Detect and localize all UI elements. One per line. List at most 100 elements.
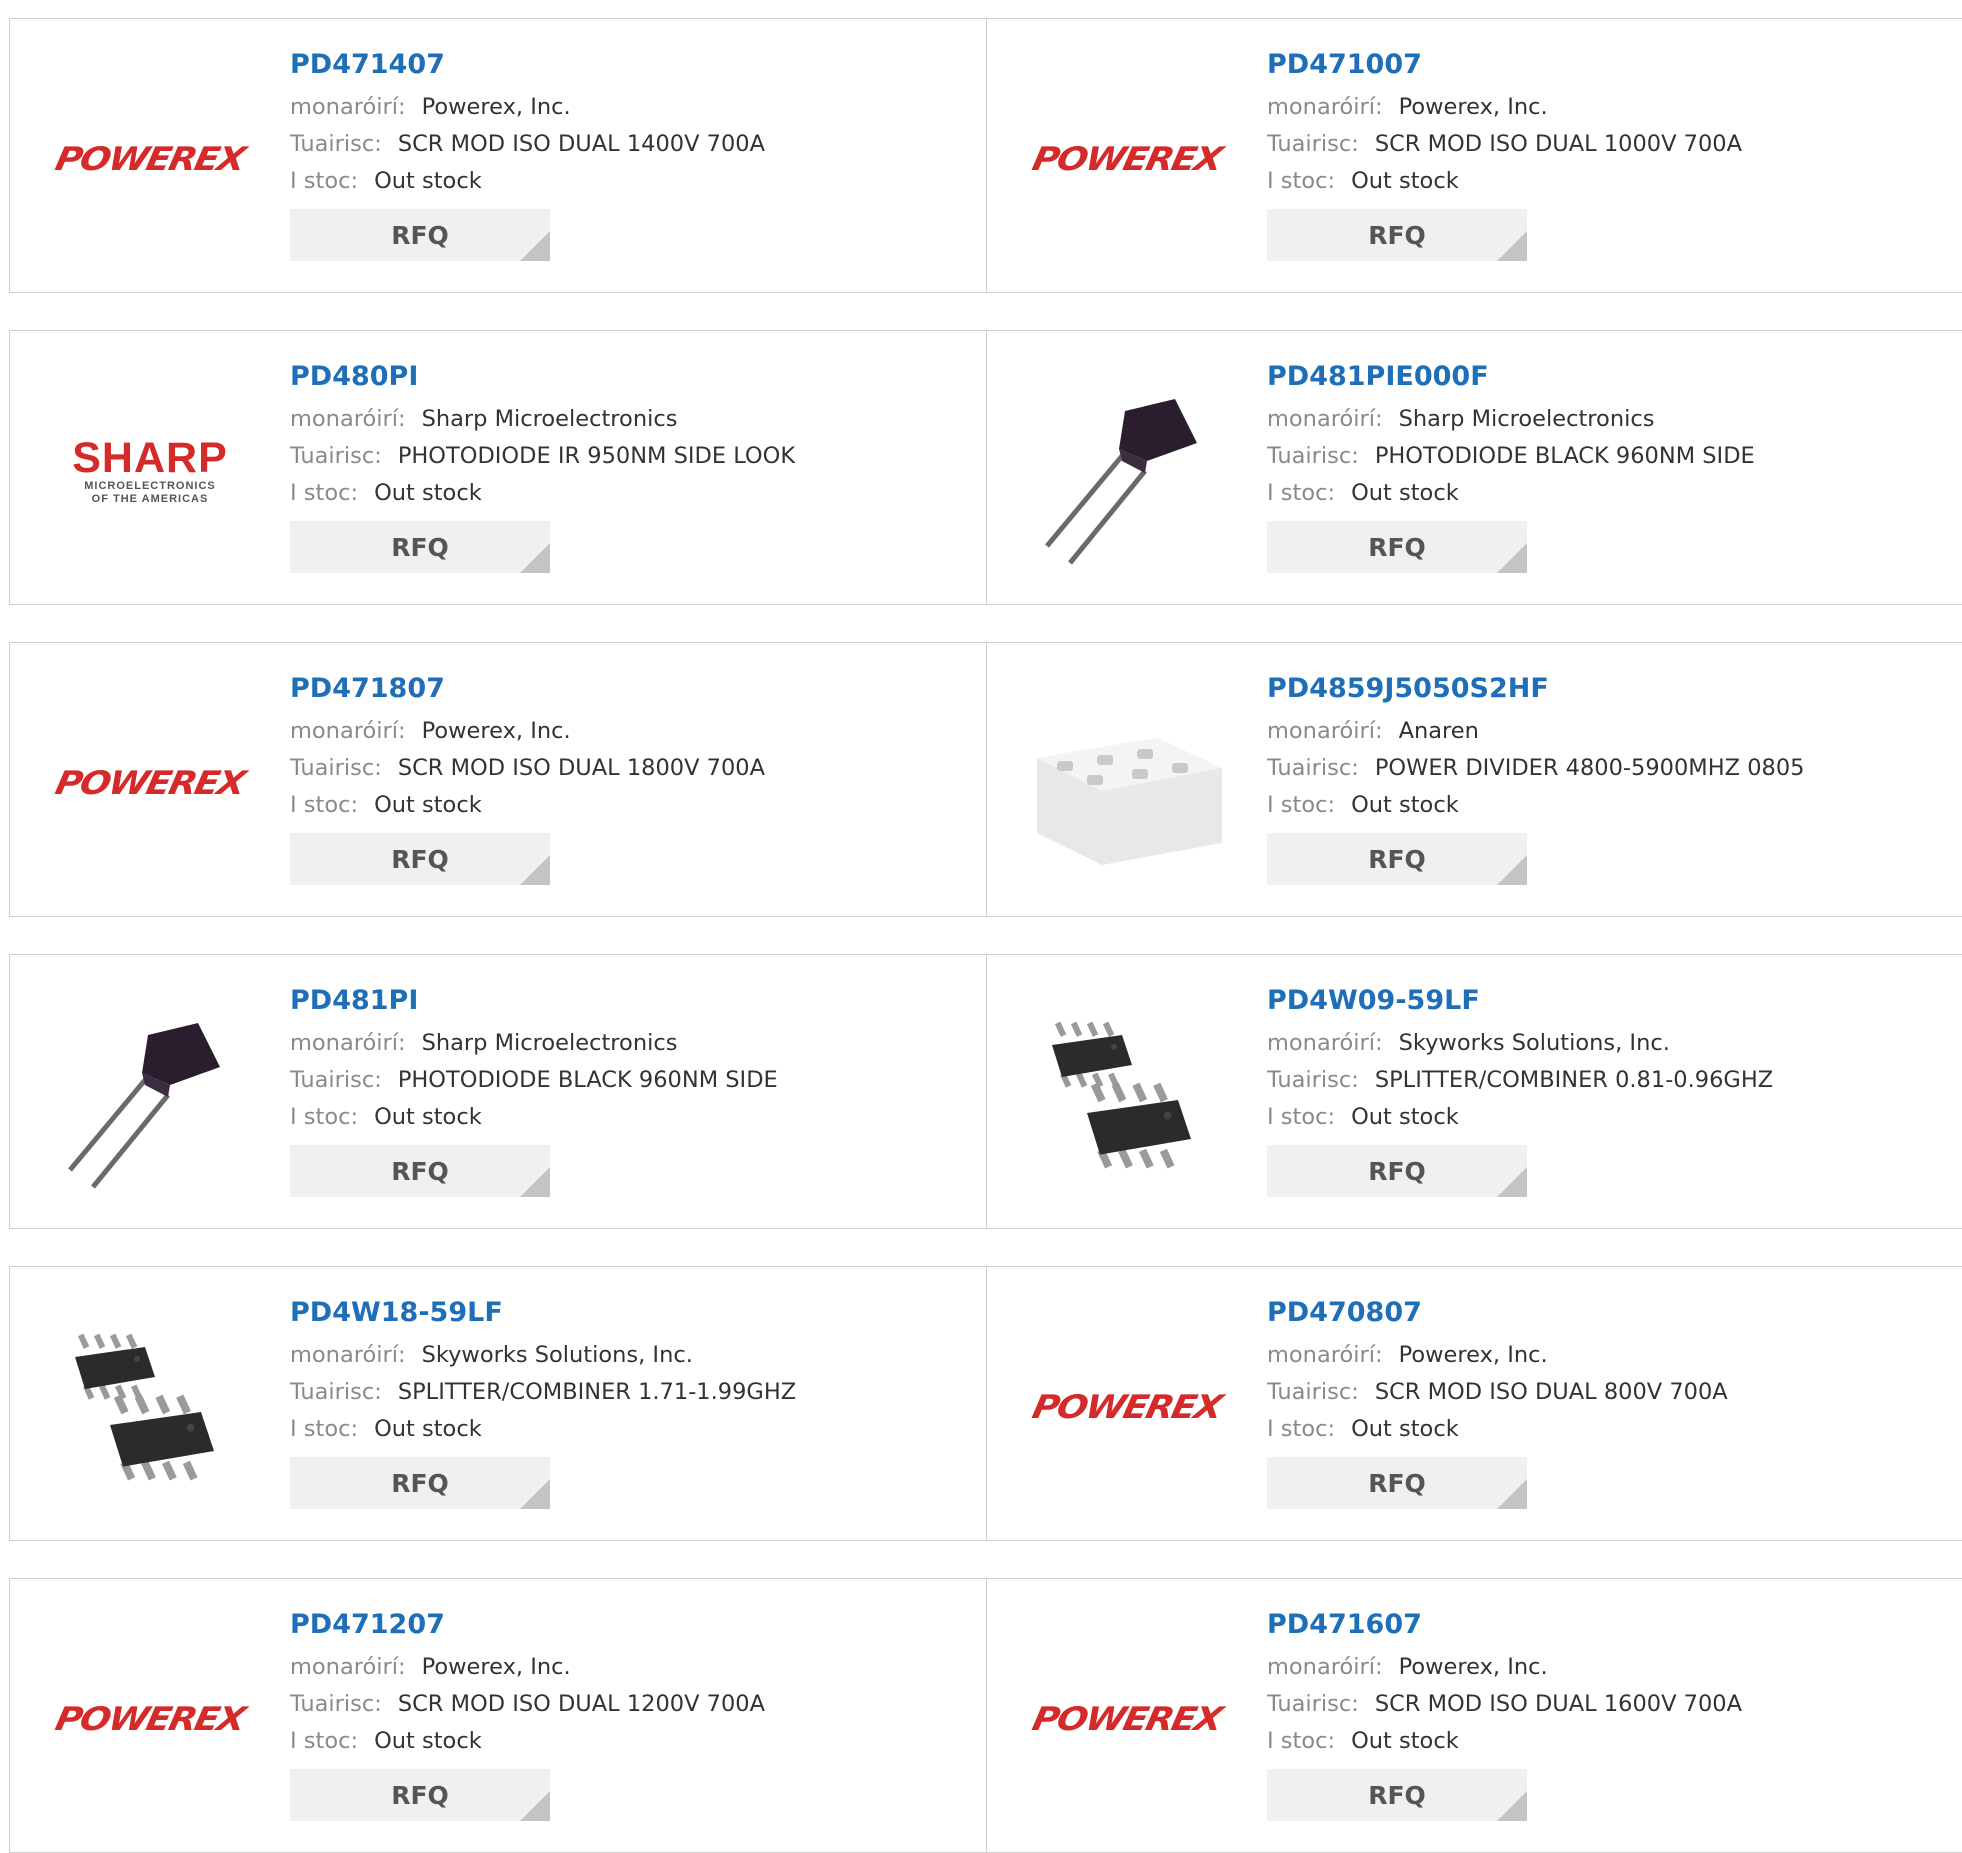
rfq-button[interactable]: RFQ: [290, 521, 550, 573]
part-number-link[interactable]: PD471407: [290, 47, 765, 89]
description-row: Tuairisc: SPLITTER/COMBINER 1.71-1.99GHZ: [290, 1374, 796, 1411]
rfq-button[interactable]: RFQ: [1267, 1145, 1527, 1197]
manufacturer-label: monaróirí:: [1267, 406, 1383, 432]
corner-triangle-icon: [1497, 1791, 1527, 1821]
stock-row: I stoc: Out stock: [290, 1099, 778, 1136]
product-card: PD4W18-59LF monaróirí: Skyworks Solutions…: [9, 1266, 987, 1541]
part-number-link[interactable]: PD4859J5050S2HF: [1267, 671, 1804, 713]
rfq-button[interactable]: RFQ: [1267, 209, 1527, 261]
product-image[interactable]: [1027, 371, 1227, 571]
product-card: PD4W09-59LF monaróirí: Skyworks Solutions…: [987, 954, 1962, 1229]
product-card: POWEREX PD471807 monaróirí: Powerex, Inc.…: [9, 642, 987, 917]
manufacturer-value: Sharp Microelectronics: [421, 1030, 678, 1056]
stock-value: Out stock: [1351, 1728, 1459, 1754]
corner-triangle-icon: [520, 543, 550, 573]
rfq-button[interactable]: RFQ: [1267, 521, 1527, 573]
description-row: Tuairisc: SCR MOD ISO DUAL 1000V 700A: [1267, 126, 1742, 163]
part-number-link[interactable]: PD481PI: [290, 983, 778, 1025]
stock-label: I stoc:: [1267, 480, 1336, 506]
manufacturer-label: monaróirí:: [1267, 1030, 1383, 1056]
stock-row: I stoc: Out stock: [1267, 475, 1755, 512]
rfq-button[interactable]: RFQ: [290, 1769, 550, 1821]
description-row: Tuairisc: PHOTODIODE IR 950NM SIDE LOOK: [290, 438, 795, 475]
description-value: PHOTODIODE BLACK 960NM SIDE: [1374, 443, 1755, 469]
msop-ic-image: [75, 1333, 214, 1481]
part-number-link[interactable]: PD481PIE000F: [1267, 359, 1755, 401]
rfq-button-label: RFQ: [391, 844, 449, 874]
description-label: Tuairisc:: [1267, 755, 1359, 781]
rfq-button[interactable]: RFQ: [290, 209, 550, 261]
product-info: PD4859J5050S2HF monaróirí: Anaren Tuairis…: [1267, 671, 1804, 885]
product-info: PD470807 monaróirí: Powerex, Inc. Tuairis…: [1267, 1295, 1728, 1509]
part-number-link[interactable]: PD470807: [1267, 1295, 1728, 1337]
description-label: Tuairisc:: [290, 1691, 382, 1717]
rfq-button[interactable]: RFQ: [290, 1145, 550, 1197]
product-image[interactable]: POWEREX: [1027, 1307, 1227, 1507]
product-image[interactable]: SHARP MICROELECTRONICS OF THE AMERICAS: [50, 371, 250, 571]
description-value: SCR MOD ISO DUAL 1200V 700A: [397, 1691, 765, 1717]
part-number-link[interactable]: PD471807: [290, 671, 765, 713]
product-card: POWEREX PD471407 monaróirí: Powerex, Inc.…: [9, 18, 987, 293]
product-image[interactable]: [50, 1307, 250, 1507]
rfq-button[interactable]: RFQ: [1267, 1769, 1527, 1821]
product-image[interactable]: [1027, 995, 1227, 1195]
corner-triangle-icon: [520, 1167, 550, 1197]
rfq-button[interactable]: RFQ: [290, 1457, 550, 1509]
manufacturer-label: monaróirí:: [290, 718, 406, 744]
product-info: PD4W09-59LF monaróirí: Skyworks Solutions…: [1267, 983, 1773, 1197]
description-label: Tuairisc:: [1267, 131, 1359, 157]
product-image[interactable]: POWEREX: [1027, 59, 1227, 259]
stock-value: Out stock: [374, 168, 482, 194]
rfq-button-label: RFQ: [1368, 1780, 1426, 1810]
sharp-logo-sub-1: MICROELECTRONICS: [84, 480, 216, 492]
description-row: Tuairisc: PHOTODIODE BLACK 960NM SIDE: [1267, 438, 1755, 475]
chip-package-image: [1037, 738, 1222, 865]
description-row: Tuairisc: SPLITTER/COMBINER 0.81-0.96GHZ: [1267, 1062, 1773, 1099]
manufacturer-row: monaróirí: Anaren: [1267, 713, 1804, 750]
description-value: PHOTODIODE IR 950NM SIDE LOOK: [397, 443, 796, 469]
product-image[interactable]: [50, 995, 250, 1195]
part-number-link[interactable]: PD4W18-59LF: [290, 1295, 796, 1337]
rfq-button-label: RFQ: [1368, 532, 1426, 562]
part-number-link[interactable]: PD480PI: [290, 359, 795, 401]
stock-row: I stoc: Out stock: [1267, 1411, 1728, 1448]
product-card: POWEREX PD471007 monaróirí: Powerex, Inc.…: [987, 18, 1962, 293]
product-card: POWEREX PD470807 monaróirí: Powerex, Inc.…: [987, 1266, 1962, 1541]
description-value: SCR MOD ISO DUAL 1400V 700A: [397, 131, 765, 157]
stock-label: I stoc:: [1267, 1416, 1336, 1442]
manufacturer-row: monaróirí: Powerex, Inc.: [1267, 1337, 1728, 1374]
part-number-link[interactable]: PD4W09-59LF: [1267, 983, 1773, 1025]
stock-value: Out stock: [1351, 1416, 1459, 1442]
manufacturer-label: monaróirí:: [290, 1654, 406, 1680]
stock-value: Out stock: [1351, 168, 1459, 194]
stock-label: I stoc:: [290, 1104, 359, 1130]
part-number-link[interactable]: PD471207: [290, 1607, 765, 1649]
product-image[interactable]: POWEREX: [50, 59, 250, 259]
powerex-logo: POWEREX: [1029, 1388, 1225, 1426]
rfq-button[interactable]: RFQ: [1267, 833, 1527, 885]
corner-triangle-icon: [1497, 1167, 1527, 1197]
product-image[interactable]: POWEREX: [50, 1619, 250, 1819]
rfq-button[interactable]: RFQ: [1267, 1457, 1527, 1509]
manufacturer-row: monaróirí: Sharp Microelectronics: [290, 401, 795, 438]
rfq-button-label: RFQ: [1368, 1156, 1426, 1186]
description-row: Tuairisc: SCR MOD ISO DUAL 1200V 700A: [290, 1686, 765, 1723]
product-image[interactable]: POWEREX: [1027, 1619, 1227, 1819]
product-info: PD471207 monaróirí: Powerex, Inc. Tuairis…: [290, 1607, 765, 1821]
sharp-logo: SHARP MICROELECTRONICS OF THE AMERICAS: [72, 436, 228, 506]
manufacturer-label: monaróirí:: [1267, 94, 1383, 120]
description-label: Tuairisc:: [290, 1067, 382, 1093]
rfq-button-label: RFQ: [391, 1780, 449, 1810]
product-image[interactable]: [1027, 683, 1227, 883]
description-row: Tuairisc: SCR MOD ISO DUAL 1800V 700A: [290, 750, 765, 787]
part-number-link[interactable]: PD471607: [1267, 1607, 1742, 1649]
rfq-button[interactable]: RFQ: [290, 833, 550, 885]
description-value: SCR MOD ISO DUAL 1600V 700A: [1374, 1691, 1742, 1717]
part-number-link[interactable]: PD471007: [1267, 47, 1742, 89]
rfq-button-label: RFQ: [391, 532, 449, 562]
stock-label: I stoc:: [290, 480, 359, 506]
product-image[interactable]: POWEREX: [50, 683, 250, 883]
manufacturer-value: Skyworks Solutions, Inc.: [1398, 1030, 1670, 1056]
manufacturer-row: monaróirí: Sharp Microelectronics: [290, 1025, 778, 1062]
description-value: SPLITTER/COMBINER 0.81-0.96GHZ: [1374, 1067, 1774, 1093]
